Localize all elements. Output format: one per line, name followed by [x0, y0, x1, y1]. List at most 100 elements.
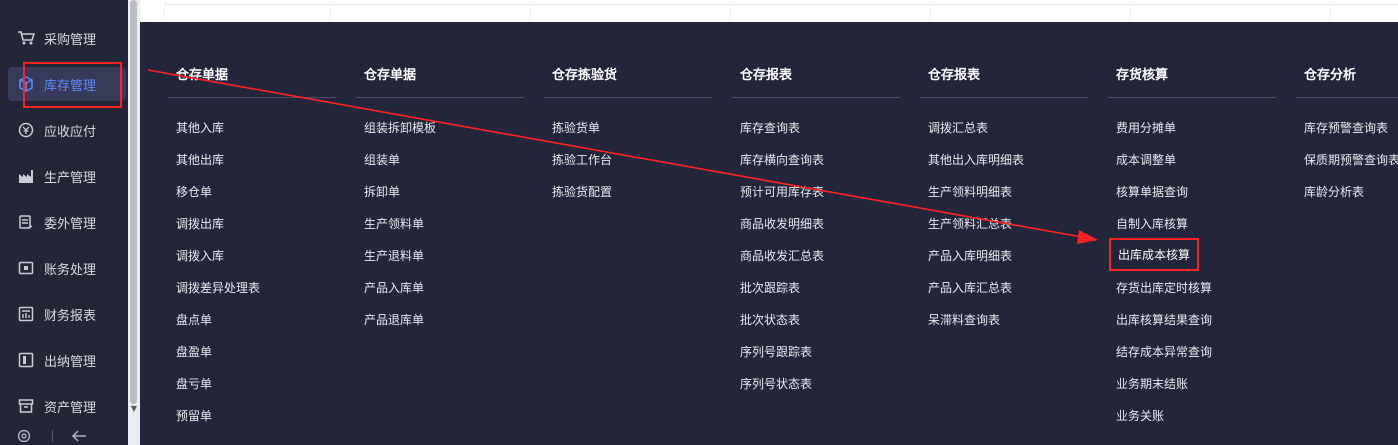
- menu-column-title: 仓存拣验货: [552, 68, 618, 83]
- menu-item[interactable]: 组装拆卸模板: [364, 119, 436, 136]
- sidebar-item-label: 资产管理: [44, 400, 97, 416]
- menu-item[interactable]: 商品收发汇总表: [740, 247, 824, 264]
- sidebar-item-accounting[interactable]: 账务处理: [0, 251, 128, 285]
- ledger-icon: [16, 258, 36, 278]
- outsource-icon: [16, 212, 36, 232]
- menu-item[interactable]: 调拨汇总表: [928, 119, 988, 136]
- menu-item[interactable]: 业务期末结账: [1116, 375, 1188, 392]
- menu-item[interactable]: 生产领料明细表: [928, 183, 1012, 200]
- menu-item[interactable]: 调拨出库: [176, 215, 224, 232]
- sidebar-item-label: 生产管理: [44, 170, 97, 186]
- menu-item[interactable]: 费用分摊单: [1116, 119, 1176, 136]
- menu-item[interactable]: 批次状态表: [740, 311, 800, 328]
- menu-item[interactable]: 产品入库汇总表: [928, 279, 1012, 296]
- menu-item[interactable]: 业务关账: [1116, 407, 1164, 424]
- menu-column-title: 仓存报表: [740, 68, 793, 83]
- menu-item[interactable]: 批次跟踪表: [740, 279, 800, 296]
- menu-item[interactable]: 预计可用库存表: [740, 183, 824, 200]
- menu-item[interactable]: 生产领料单: [364, 215, 424, 232]
- menu-item[interactable]: 产品入库单: [364, 279, 424, 296]
- menu-item[interactable]: 核算单据查询: [1116, 183, 1188, 200]
- menu-item[interactable]: 存货出库定时核算: [1116, 279, 1212, 296]
- menu-item[interactable]: 产品退库单: [364, 311, 424, 328]
- sidebar-item-label: 应收应付: [44, 124, 97, 140]
- menu-item[interactable]: 拣验货单: [552, 119, 600, 136]
- menu-item[interactable]: 其他入库: [176, 119, 224, 136]
- menu-item[interactable]: 产品入库明细表: [928, 247, 1012, 264]
- sidebar-footer: [0, 426, 128, 445]
- collapse-arrow-icon[interactable]: [71, 428, 87, 444]
- report-icon: [16, 304, 36, 324]
- menu-item[interactable]: 呆滞料查询表: [928, 311, 1000, 328]
- menu-item[interactable]: 生产退料单: [364, 247, 424, 264]
- sidebar-item-cashier[interactable]: 出纳管理: [0, 343, 128, 377]
- sidebar-item-label: 财务报表: [44, 308, 97, 324]
- menu-item[interactable]: 其他出入库明细表: [928, 151, 1024, 168]
- sidebar-item-asset[interactable]: 资产管理: [0, 389, 128, 423]
- divider: [544, 97, 712, 98]
- menu-item[interactable]: 拆卸单: [364, 183, 400, 200]
- menu-item[interactable]: 库存预警查询表: [1304, 119, 1388, 136]
- menu-item[interactable]: 结存成本异常查询: [1116, 343, 1212, 360]
- menu-item[interactable]: 盘亏单: [176, 375, 212, 392]
- content-header-strip: [140, 0, 1398, 22]
- sidebar-item-production[interactable]: 生产管理: [0, 159, 128, 193]
- menu-item[interactable]: 拣验工作台: [552, 151, 612, 168]
- scroll-down-arrow-icon[interactable]: ▼: [129, 404, 139, 414]
- menu-column-title: 仓存单据: [176, 68, 229, 83]
- sidebar-scrollbar[interactable]: ▼: [128, 0, 140, 445]
- cube-icon: [16, 74, 36, 94]
- menu-item[interactable]: 序列号跟踪表: [740, 343, 812, 360]
- menu-item[interactable]: 保质期预警查询表: [1304, 151, 1398, 168]
- menu-item[interactable]: 出库核算结果查询: [1116, 311, 1212, 328]
- divider: [1108, 97, 1276, 98]
- settings-icon[interactable]: [16, 428, 32, 444]
- divider: [920, 97, 1088, 98]
- divider: [1330, 0, 1331, 22]
- menu-item[interactable]: 其他出库: [176, 151, 224, 168]
- sidebar-item-label: 账务处理: [44, 262, 97, 278]
- sidebar-item-inventory[interactable]: 库存管理: [8, 67, 126, 101]
- factory-icon: [16, 166, 36, 186]
- menu-item[interactable]: 库龄分析表: [1304, 183, 1364, 200]
- sidebar-item-financial-report[interactable]: 财务报表: [0, 297, 128, 331]
- inventory-mega-menu: 仓存单据 其他入库 其他出库 移仓单 调拨出库 调拨入库 调拨差异处理表 盘点单…: [140, 22, 1398, 445]
- menu-item[interactable]: 库存横向查询表: [740, 151, 824, 168]
- divider: [1130, 0, 1131, 22]
- divider: [930, 0, 931, 22]
- sidebar-item-label: 采购管理: [44, 32, 97, 48]
- menu-item[interactable]: 序列号状态表: [740, 375, 812, 392]
- menu-item[interactable]: 拣验货配置: [552, 183, 612, 200]
- sidebar-item-outsource[interactable]: 委外管理: [0, 205, 128, 239]
- divider: [168, 97, 336, 98]
- menu-item[interactable]: 库存查询表: [740, 119, 800, 136]
- divider: [164, 4, 1398, 5]
- menu-item[interactable]: 组装单: [364, 151, 400, 168]
- sidebar: 采购管理 库存管理 应收应付 生产管理 委外管理 账务处理 财务报表 出纳管理 …: [0, 0, 128, 445]
- menu-item[interactable]: 预留单: [176, 407, 212, 424]
- menu-item[interactable]: 调拨差异处理表: [176, 279, 260, 296]
- divider: [530, 0, 531, 22]
- menu-column-title: 仓存单据: [364, 68, 417, 83]
- cart-icon: [16, 28, 36, 48]
- menu-item-outbound-cost-accounting[interactable]: 出库成本核算: [1109, 238, 1200, 271]
- divider: [732, 97, 900, 98]
- sidebar-item-purchase[interactable]: 采购管理: [0, 21, 128, 55]
- divider: [730, 0, 731, 22]
- menu-item[interactable]: 生产领料汇总表: [928, 215, 1012, 232]
- menu-item[interactable]: 自制入库核算: [1116, 215, 1188, 232]
- menu-item[interactable]: 成本调整单: [1116, 151, 1176, 168]
- menu-item[interactable]: 移仓单: [176, 183, 212, 200]
- asset-icon: [16, 396, 36, 416]
- menu-column-title: 仓存分析: [1304, 68, 1357, 83]
- menu-column-title: 存货核算: [1116, 68, 1169, 83]
- menu-item[interactable]: 商品收发明细表: [740, 215, 824, 232]
- sidebar-item-label: 委外管理: [44, 216, 97, 232]
- scrollbar-thumb[interactable]: [130, 0, 137, 404]
- menu-item[interactable]: 盘点单: [176, 311, 212, 328]
- menu-item[interactable]: 盘盈单: [176, 343, 212, 360]
- sidebar-item-receivable-payable[interactable]: 应收应付: [0, 113, 128, 147]
- menu-column-title: 仓存报表: [928, 68, 981, 83]
- menu-item[interactable]: 调拨入库: [176, 247, 224, 264]
- sidebar-item-label: 出纳管理: [44, 354, 97, 370]
